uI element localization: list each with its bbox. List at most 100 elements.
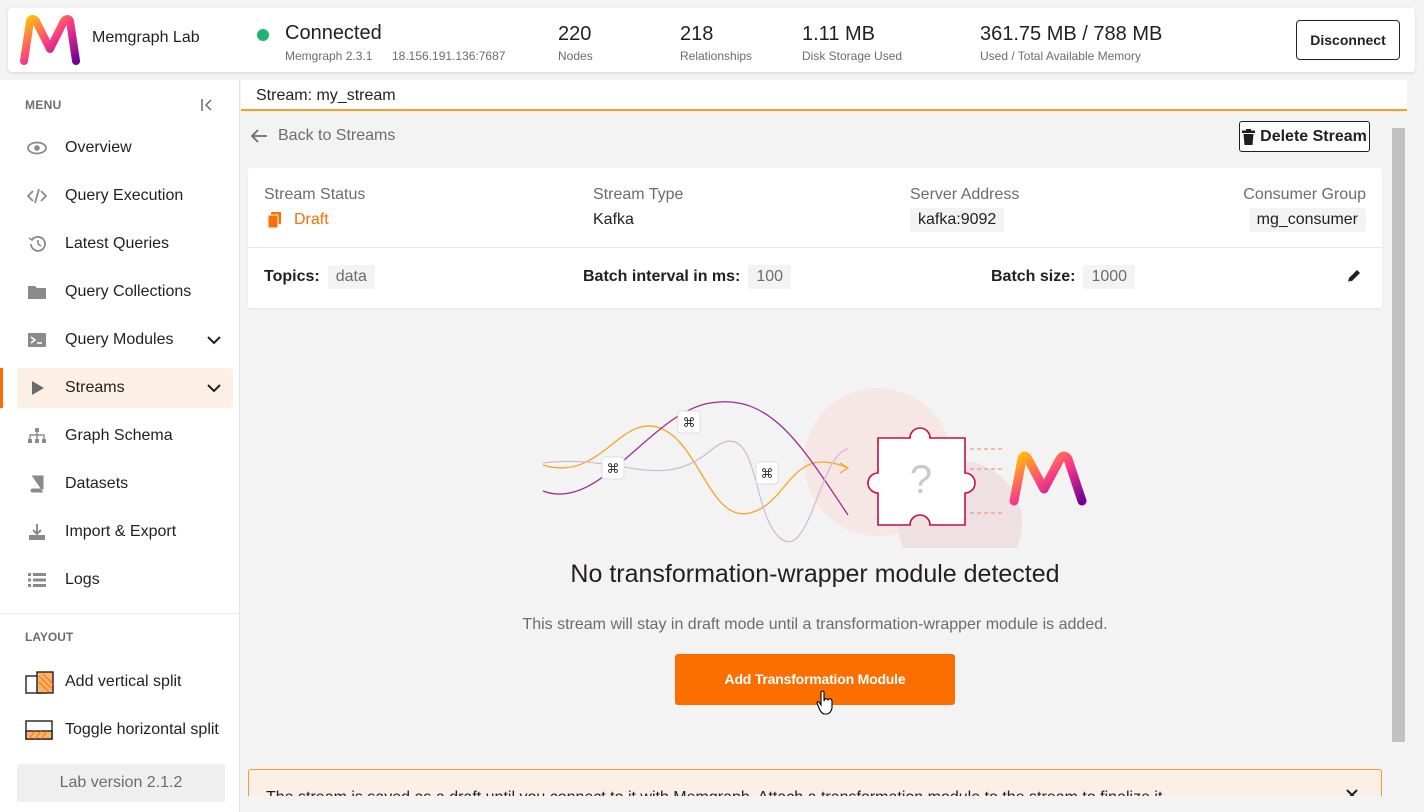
back-to-streams-link[interactable]: Back to Streams (250, 126, 395, 146)
vertical-split-icon (25, 671, 54, 694)
consumer-group-label: Consumer Group (1243, 186, 1366, 203)
sidebar-item-label: Latest Queries (65, 235, 170, 252)
sidebar-item-label: Streams (65, 379, 125, 396)
server-address: Server Address kafka:9092 (910, 186, 1019, 232)
stat-disk-storage: 1.11 MB Disk Storage Used (802, 23, 902, 63)
trash-icon (1242, 128, 1256, 145)
tab-bar: Stream: my_stream (241, 80, 1407, 111)
folder-icon (28, 286, 46, 299)
play-icon (32, 381, 44, 395)
stat-label: Nodes (558, 49, 593, 63)
batch-interval-label: Batch interval in ms: (583, 268, 741, 285)
sidebar: MENU Overview Query Execution Latest Que… (0, 80, 240, 812)
layout-item-label: Toggle horizontal split (65, 721, 219, 738)
svg-text:?: ? (910, 458, 932, 502)
stat-value: 220 (558, 23, 592, 45)
terminal-icon (28, 333, 46, 347)
app-name: Memgraph Lab (92, 29, 200, 46)
horizontal-split-icon (25, 720, 53, 740)
lab-version: Lab version 2.1.2 (17, 764, 225, 802)
sidebar-item-label: Graph Schema (65, 427, 173, 444)
batch-size-value: 1000 (1083, 265, 1136, 289)
connection-status-dot (257, 29, 269, 41)
stream-status: Stream Status Draft (264, 186, 365, 229)
sidebar-item-graph-schema[interactable]: Graph Schema (17, 416, 233, 456)
sidebar-item-label: Logs (65, 571, 100, 588)
server-address-value: kafka:9092 (910, 208, 1005, 232)
empty-state-title: No transformation-wrapper module detecte… (570, 560, 1060, 588)
disconnect-button[interactable]: Disconnect (1296, 20, 1400, 60)
topics-label: Topics: (264, 268, 320, 285)
stream-type: Stream Type Kafka (593, 186, 683, 229)
top-header: Memgraph Lab Connected Memgraph 2.3.1 18… (8, 8, 1415, 72)
sidebar-item-label: Query Modules (65, 331, 174, 348)
stream-info-card: Stream Status Draft Stream Type Kafka Se… (248, 168, 1382, 308)
code-icon (27, 188, 47, 204)
sidebar-item-overview[interactable]: Overview (17, 128, 233, 168)
sidebar-item-streams[interactable]: Streams (17, 368, 233, 408)
stream-status-value: Draft (264, 211, 365, 229)
info-divider (248, 247, 1382, 248)
sidebar-item-query-modules[interactable]: Query Modules (17, 320, 233, 360)
stat-memory: 361.75 MB / 788 MB Used / Total Availabl… (980, 23, 1162, 63)
add-vertical-split-button[interactable]: Add vertical split (17, 662, 233, 702)
topics-value: data (327, 265, 375, 289)
vertical-scrollbar-track[interactable] (1408, 80, 1424, 812)
batch-size-config: Batch size: 1000 (991, 265, 1136, 289)
back-label: Back to Streams (278, 127, 396, 144)
collapse-sidebar-icon[interactable] (199, 97, 215, 113)
consumer-group: Consumer Group mg_consumer (1243, 186, 1366, 232)
no-module-illustration: ⌘ ⌘ ⌘ ? (542, 388, 1087, 548)
server-address-label: Server Address (910, 186, 1020, 203)
sidebar-item-latest-queries[interactable]: Latest Queries (17, 224, 233, 264)
delete-stream-button[interactable]: Delete Stream (1239, 121, 1370, 152)
chevron-down-icon[interactable] (207, 381, 221, 395)
topics-config: Topics: data (264, 265, 375, 289)
sidebar-item-query-execution[interactable]: Query Execution (17, 176, 233, 216)
status-text: Draft (294, 211, 329, 228)
stat-label: Disk Storage Used (802, 49, 903, 63)
toggle-horizontal-split-button[interactable]: Toggle horizontal split (17, 710, 233, 750)
sitemap-icon (28, 428, 46, 443)
stat-relationships: 218 Relationships (680, 23, 752, 63)
stat-value: 361.75 MB / 788 MB (980, 23, 1163, 45)
svg-text:⌘: ⌘ (761, 466, 774, 481)
layout-item-label: Add vertical split (65, 673, 182, 690)
sidebar-item-label: Import & Export (65, 523, 177, 540)
hand-cursor-icon (816, 690, 833, 715)
sidebar-item-label: Datasets (65, 475, 129, 492)
delete-label: Delete Stream (1260, 127, 1367, 145)
pencil-icon[interactable] (1346, 268, 1362, 284)
connection-status: Connected (285, 22, 382, 44)
tab-stream-title[interactable]: Stream: my_stream (256, 87, 396, 105)
eye-icon (27, 141, 47, 155)
sidebar-item-logs[interactable]: Logs (17, 560, 233, 600)
chevron-down-icon[interactable] (207, 333, 221, 347)
sidebar-item-import-export[interactable]: Import & Export (17, 512, 233, 552)
horizontal-scrollbar[interactable] (241, 796, 1392, 812)
list-icon (28, 573, 46, 587)
sidebar-item-label: Overview (65, 139, 132, 156)
sidebar-item-datasets[interactable]: Datasets (17, 464, 233, 504)
stat-label: Used / Total Available Memory (980, 49, 1141, 63)
svg-text:⌘: ⌘ (607, 461, 620, 476)
sidebar-item-label: Query Collections (65, 283, 192, 300)
menu-title: MENU (25, 98, 62, 112)
vertical-scrollbar-thumb[interactable] (1392, 128, 1405, 742)
download-icon (29, 524, 45, 540)
stat-nodes: 220 Nodes (558, 23, 593, 63)
consumer-group-value: mg_consumer (1248, 208, 1366, 232)
batch-interval-config: Batch interval in ms: 100 (583, 265, 792, 289)
sidebar-item-label: Query Execution (65, 187, 184, 204)
stream-type-value: Kafka (593, 211, 634, 228)
empty-state-description: This stream will stay in draft mode unti… (522, 616, 1108, 633)
arrow-left-icon (250, 129, 267, 143)
active-indicator (0, 368, 3, 408)
draft-icon (268, 212, 281, 228)
memgraph-logo (20, 15, 80, 65)
memgraph-version: Memgraph 2.3.1 (285, 49, 373, 63)
connection-host: 18.156.191.136:7687 (392, 49, 506, 63)
stat-label: Relationships (680, 49, 753, 63)
stat-value: 1.11 MB (802, 23, 875, 45)
sidebar-item-query-collections[interactable]: Query Collections (17, 272, 233, 312)
